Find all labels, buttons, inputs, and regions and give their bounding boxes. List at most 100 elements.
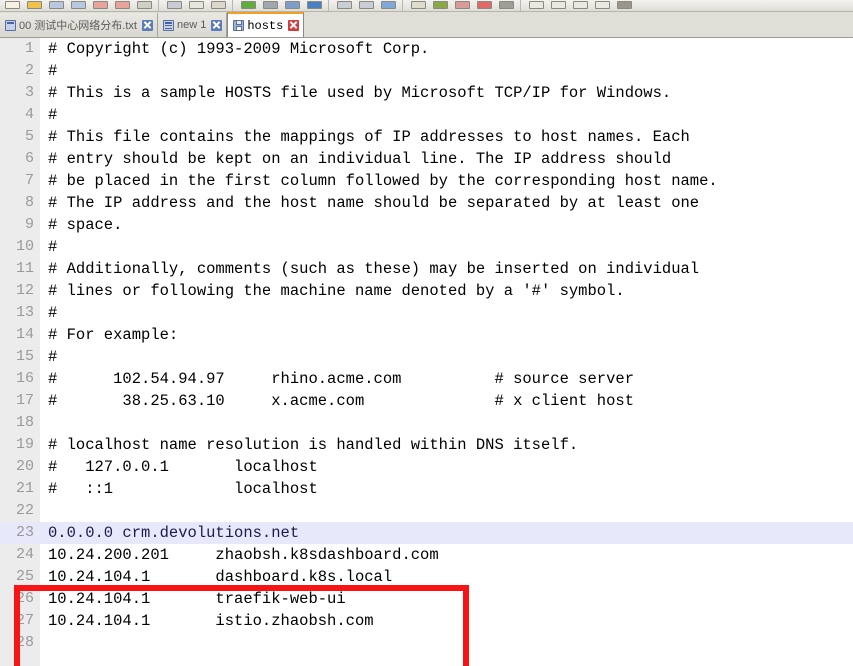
line-number: 8 [24, 194, 34, 211]
code-line[interactable]: 18 [0, 412, 853, 434]
code-line[interactable]: 4 # [0, 104, 853, 126]
indent-guide-icon[interactable] [452, 0, 472, 11]
lowercase-icon[interactable] [496, 0, 516, 11]
line-text: 10.24.104.1 traefik-web-ui [48, 590, 346, 608]
code-line[interactable]: 12 # lines or following the machine name … [0, 280, 853, 302]
redo-icon[interactable] [260, 0, 280, 11]
lowercase-icon [499, 1, 514, 9]
code-line[interactable]: 9 # space. [0, 214, 853, 236]
code-line[interactable]: 7 # be placed in the first column followe… [0, 170, 853, 192]
open-file-icon[interactable] [24, 0, 44, 11]
code-line[interactable]: 22 [0, 500, 853, 522]
paste-icon[interactable] [208, 0, 228, 11]
line-number: 16 [15, 370, 34, 387]
close-file-icon[interactable] [90, 0, 110, 11]
new-file-icon [5, 1, 20, 9]
code-line[interactable]: 13 # [0, 302, 853, 324]
save-icon[interactable] [46, 0, 66, 11]
macro-record-icon [551, 1, 566, 9]
line-text: # 127.0.0.1 localhost [48, 458, 318, 476]
document-grid-icon [162, 19, 174, 31]
line-number: 12 [15, 282, 34, 299]
line-text: # The IP address and the host name shoul… [48, 194, 700, 212]
code-line[interactable]: 26 10.24.104.1 traefik-web-ui [0, 588, 853, 610]
code-text-area[interactable]: 1 # Copyright (c) 1993-2009 Microsoft Cor… [0, 38, 853, 666]
indent-guide-icon [455, 1, 470, 9]
toolbar[interactable] [0, 0, 853, 12]
run-icon[interactable] [614, 0, 634, 11]
find-icon[interactable] [282, 0, 302, 11]
line-number: 22 [15, 502, 34, 519]
macro-save-icon[interactable] [592, 0, 612, 11]
code-line[interactable]: 21 # ::1 localhost [0, 478, 853, 500]
tab-hosts[interactable]: hosts [227, 12, 305, 37]
code-line[interactable]: 15 # [0, 346, 853, 368]
tab-label: hosts [247, 18, 284, 33]
save-all-icon [71, 1, 86, 9]
code-line[interactable]: 10 # [0, 236, 853, 258]
replace-icon[interactable] [304, 0, 324, 11]
code-line[interactable]: 8 # The IP address and the host name shou… [0, 192, 853, 214]
undo-icon[interactable] [238, 0, 258, 11]
macro-play-icon[interactable] [570, 0, 590, 11]
line-text: # ::1 localhost [48, 480, 318, 498]
code-line[interactable]: 25 10.24.104.1 dashboard.k8s.local [0, 566, 853, 588]
zoom-out-icon[interactable] [356, 0, 376, 11]
save-all-icon[interactable] [68, 0, 88, 11]
macro-record-icon[interactable] [548, 0, 568, 11]
toolbar-separator [328, 0, 332, 11]
code-line[interactable]: 16 # 102.54.94.97 rhino.acme.com # source… [0, 368, 853, 390]
line-text: # space. [48, 216, 123, 234]
code-line[interactable]: 27 10.24.104.1 istio.zhaobsh.com [0, 610, 853, 632]
zoom-out-icon [359, 1, 374, 9]
toolbar-separator [232, 0, 236, 11]
tab-close-icon[interactable] [288, 20, 300, 31]
bookmark-icon[interactable] [526, 0, 546, 11]
tab-close-icon[interactable] [141, 19, 153, 31]
code-line[interactable]: 6 # entry should be kept on an individual… [0, 148, 853, 170]
line-text: # For example: [48, 326, 179, 344]
bookmark-icon [529, 1, 544, 9]
uppercase-icon[interactable] [474, 0, 494, 11]
code-line[interactable]: 11 # Additionally, comments (such as thes… [0, 258, 853, 280]
zoom-in-icon[interactable] [334, 0, 354, 11]
code-line[interactable]: 17 # 38.25.63.10 x.acme.com # x client ho… [0, 390, 853, 412]
print-icon[interactable] [134, 0, 154, 11]
code-line[interactable]: 19 # localhost name resolution is handled… [0, 434, 853, 456]
cut-icon[interactable] [164, 0, 184, 11]
tab-close-icon[interactable] [211, 19, 223, 31]
line-text: 10.24.104.1 dashboard.k8s.local [48, 568, 393, 586]
line-text: # localhost name resolution is handled w… [48, 436, 579, 454]
code-line[interactable]: 14 # For example: [0, 324, 853, 346]
code-line[interactable]: 1 # Copyright (c) 1993-2009 Microsoft Cor… [0, 38, 853, 60]
line-text: # This file contains the mappings of IP … [48, 128, 690, 146]
code-line[interactable]: 2 # [0, 60, 853, 82]
close-all-icon[interactable] [112, 0, 132, 11]
code-line[interactable]: 28 [0, 632, 853, 654]
notepadpp-window: 00 测试中心网络分布.txt new 1 hosts 1 # Copyright (… [0, 0, 853, 666]
save-icon [49, 1, 64, 9]
line-number: 28 [15, 634, 34, 651]
code-line[interactable]: 24 10.24.200.201 zhaobsh.k8sdashboard.com [0, 544, 853, 566]
new-file-icon[interactable] [2, 0, 22, 11]
line-number: 13 [15, 304, 34, 321]
code-line[interactable]: 20 # 127.0.0.1 localhost [0, 456, 853, 478]
undo-icon [241, 1, 256, 9]
code-line[interactable]: 3 # This is a sample HOSTS file used by M… [0, 82, 853, 104]
zoom-in-icon [337, 1, 352, 9]
line-text: 10.24.200.201 zhaobsh.k8sdashboard.com [48, 546, 439, 564]
line-number: 5 [24, 128, 34, 145]
all-chars-icon[interactable] [430, 0, 450, 11]
line-number: 11 [15, 260, 34, 277]
editor-pane[interactable]: 1 # Copyright (c) 1993-2009 Microsoft Cor… [0, 38, 853, 666]
code-line[interactable]: 23 0.0.0.0 crm.devolutions.net [0, 522, 853, 544]
sync-scroll-icon[interactable] [378, 0, 398, 11]
tab-item-1[interactable]: new 1 [157, 13, 228, 37]
document-tab-bar[interactable]: 00 测试中心网络分布.txt new 1 hosts [0, 12, 853, 38]
save-unsaved-icon [233, 20, 245, 31]
code-line[interactable]: 5 # This file contains the mappings of IP… [0, 126, 853, 148]
tab-item-0[interactable]: 00 测试中心网络分布.txt [0, 13, 158, 37]
copy-icon[interactable] [186, 0, 206, 11]
word-wrap-icon[interactable] [408, 0, 428, 11]
line-text: # This is a sample HOSTS file used by Mi… [48, 84, 672, 102]
